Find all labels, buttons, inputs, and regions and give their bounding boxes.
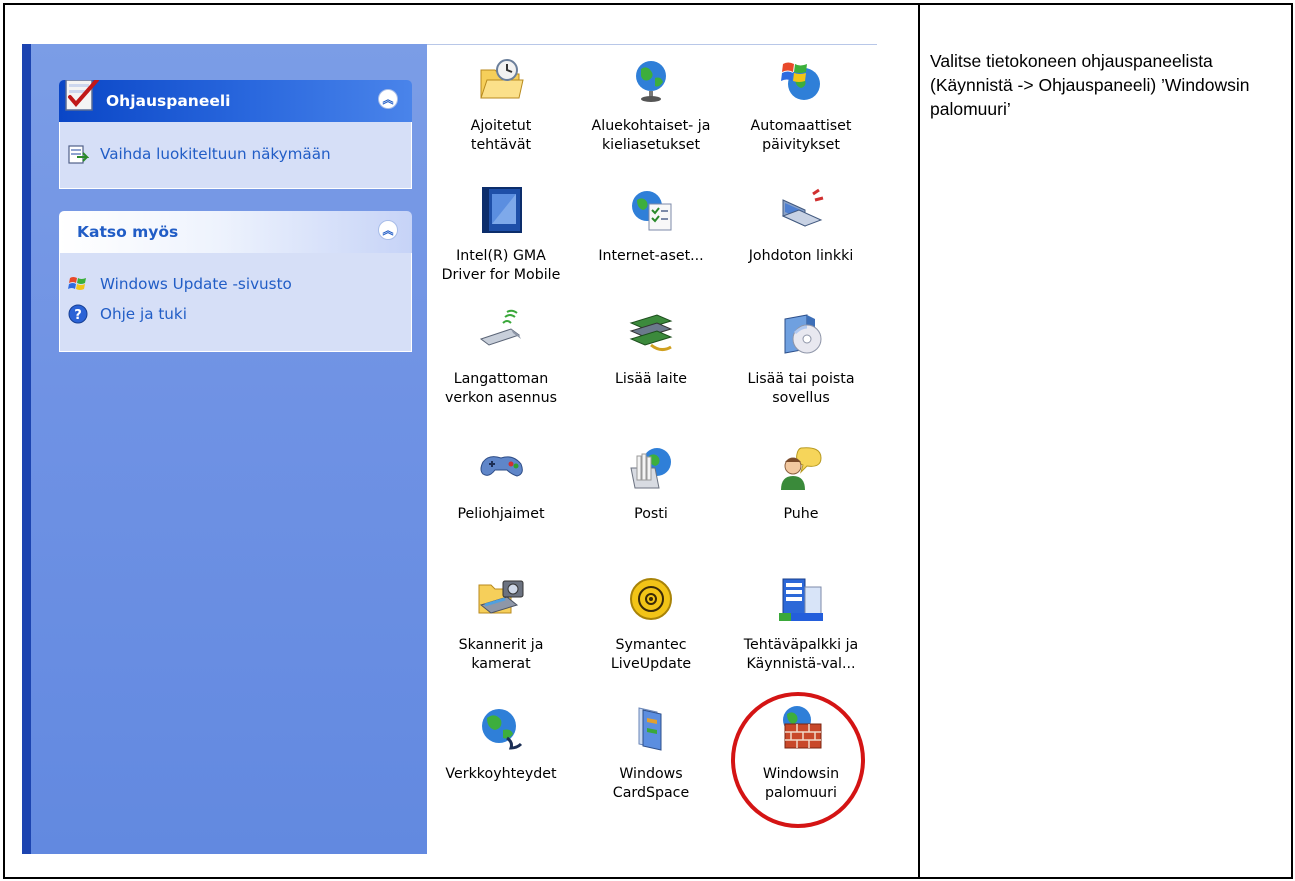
icon-label: Windows CardSpace	[612, 766, 690, 801]
symantec-icon	[630, 578, 672, 620]
icon-label: Ajoitetut tehtävät	[470, 118, 532, 153]
icon-label: Puhe	[783, 506, 819, 522]
switch-view-label: Vaihda luokiteltuun näkymään	[100, 145, 331, 163]
network-connections-icon	[482, 709, 523, 750]
icon-label: Internet-aset...	[598, 248, 704, 264]
table-divider	[918, 5, 920, 877]
icon-label: Tehtäväpalkki ja Käynnistä-val...	[743, 637, 859, 672]
intel-gma-icon	[482, 187, 522, 233]
internet-options-icon	[632, 191, 672, 231]
game-controller-icon	[480, 456, 523, 477]
add-hardware-icon	[629, 314, 673, 352]
icon-scanners-cameras[interactable]: Skannerit ja kamerat	[426, 575, 576, 674]
chevron-up-icon: ︽	[382, 92, 394, 106]
icon-mail[interactable]: Posti	[576, 444, 726, 524]
icon-wireless-setup[interactable]: Langattoman verkon asennus	[426, 309, 576, 408]
icon-label: Lisää laite	[614, 371, 687, 387]
icon-label: Intel(R) GMA Driver for Mobile	[441, 248, 561, 283]
taskbar-icon	[779, 578, 823, 621]
icon-label: Langattoman verkon asennus	[444, 371, 558, 406]
windows-update-icon	[781, 62, 820, 100]
icon-label: Peliohjaimet	[457, 506, 545, 522]
control-panel-icon	[65, 80, 99, 111]
svg-text:?: ?	[74, 308, 82, 323]
collapse-button[interactable]: ︽	[378, 89, 398, 109]
globe-icon	[636, 61, 666, 102]
windows-update-icon	[68, 277, 86, 290]
icon-intel-gma[interactable]: Intel(R) GMA Driver for Mobile	[426, 186, 576, 285]
icon-internet-options[interactable]: Internet-aset...	[576, 186, 726, 266]
help-icon: ?	[68, 304, 88, 324]
icon-scheduled-tasks[interactable]: Ajoitetut tehtävät	[426, 56, 576, 155]
icon-label: Aluekohtaiset- ja kieliasetukset	[591, 118, 711, 153]
icon-windows-cardspace[interactable]: Windows CardSpace	[576, 704, 726, 803]
icon-label: Verkkoyhteydet	[445, 766, 557, 782]
icon-game-controllers[interactable]: Peliohjaimet	[426, 444, 576, 524]
collapse-button[interactable]: ︽	[378, 220, 398, 240]
icon-label: Symantec LiveUpdate	[610, 637, 692, 672]
switch-view-link[interactable]: Vaihda luokiteltuun näkymään	[67, 143, 331, 165]
icon-label: Johdoton linkki	[748, 248, 854, 264]
icon-add-hardware[interactable]: Lisää laite	[576, 309, 726, 389]
help-support-label: Ohje ja tuki	[100, 305, 187, 323]
icon-symantec-liveupdate[interactable]: Symantec LiveUpdate	[576, 575, 726, 674]
speech-icon	[781, 447, 822, 490]
icon-speech[interactable]: Puhe	[726, 444, 876, 524]
mail-icon	[630, 448, 671, 489]
switch-view-icon	[68, 145, 89, 164]
control-panel-task-box: Ohjauspaneeli ︽	[59, 80, 412, 189]
highlight-circle	[731, 692, 865, 828]
icon-label: Lisää tai poista sovellus	[747, 371, 855, 406]
scanner-camera-icon	[478, 580, 524, 614]
task-pane: Ohjauspaneeli ︽ Vaihda luokiteltuun näky…	[31, 44, 427, 854]
add-remove-programs-icon	[784, 314, 822, 354]
icon-label: Skannerit ja kamerat	[458, 637, 544, 672]
wireless-setup-icon	[479, 309, 521, 346]
icon-taskbar-start-menu[interactable]: Tehtäväpalkki ja Käynnistä-val...	[726, 575, 876, 674]
scheduled-tasks-icon	[480, 59, 524, 99]
cardspace-icon	[638, 707, 662, 751]
see-also-header[interactable]: Katso myös ︽	[59, 211, 412, 253]
icon-network-connections[interactable]: Verkkoyhteydet	[426, 704, 576, 784]
wireless-link-icon	[781, 188, 824, 227]
icon-regional-settings[interactable]: Aluekohtaiset- ja kieliasetukset	[576, 56, 726, 155]
icon-automatic-updates[interactable]: Automaattiset päivitykset	[726, 56, 876, 155]
icon-view-border	[427, 44, 877, 45]
icon-wireless-link[interactable]: Johdoton linkki	[726, 186, 876, 266]
windows-update-link[interactable]: Windows Update -sivusto	[67, 273, 292, 295]
windows-update-label: Windows Update -sivusto	[100, 275, 292, 293]
instruction-text: Valitse tietokoneen ohjauspaneelista (Kä…	[930, 51, 1250, 119]
panel-title: Katso myös	[77, 223, 179, 241]
icon-label: Posti	[634, 506, 668, 522]
help-support-link[interactable]: ? Ohje ja tuki	[67, 303, 187, 325]
icon-add-remove-programs[interactable]: Lisää tai poista sovellus	[726, 309, 876, 408]
control-panel-task-header[interactable]: Ohjauspaneeli ︽	[59, 80, 412, 122]
icon-label: Automaattiset päivitykset	[750, 118, 852, 153]
chevron-up-icon: ︽	[382, 223, 394, 237]
window-left-edge	[22, 44, 31, 854]
panel-title: Ohjauspaneeli	[106, 92, 231, 110]
